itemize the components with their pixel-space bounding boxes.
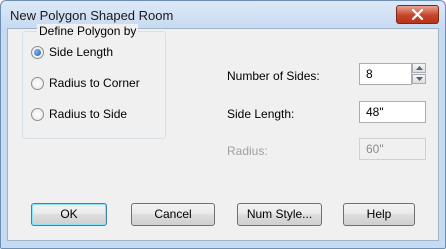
cancel-button[interactable]: Cancel bbox=[131, 203, 215, 226]
radio-side-length[interactable]: Side Length bbox=[31, 45, 113, 59]
number-of-sides-input[interactable]: 8 bbox=[359, 63, 412, 85]
close-button[interactable] bbox=[396, 5, 439, 24]
number-of-sides-spinner[interactable] bbox=[412, 63, 426, 85]
radius-input: 60" bbox=[359, 138, 426, 160]
group-legend: Define Polygon by bbox=[37, 24, 139, 38]
radio-radius-to-corner[interactable]: Radius to Corner bbox=[31, 76, 140, 90]
arrow-down-icon bbox=[416, 77, 423, 81]
close-icon bbox=[411, 9, 424, 20]
radio-button[interactable] bbox=[31, 76, 44, 90]
side-length-label: Side Length: bbox=[227, 107, 295, 121]
radio-label: Radius to Corner bbox=[49, 76, 140, 90]
define-polygon-group: Define Polygon by Side Length Radius to … bbox=[22, 24, 166, 139]
arrow-up-icon bbox=[416, 66, 423, 70]
spin-down-button[interactable] bbox=[412, 74, 426, 84]
radio-radius-to-side[interactable]: Radius to Side bbox=[31, 107, 127, 121]
number-of-sides-label: Number of Sides: bbox=[227, 69, 320, 83]
side-length-input[interactable]: 48" bbox=[359, 101, 426, 123]
radio-label: Radius to Side bbox=[49, 107, 128, 121]
radio-button[interactable] bbox=[31, 107, 44, 121]
num-style-button[interactable]: Num Style... bbox=[237, 203, 322, 226]
help-button[interactable]: Help bbox=[343, 203, 415, 226]
ok-button[interactable]: OK bbox=[31, 203, 107, 226]
radio-label: Side Length bbox=[49, 45, 114, 59]
radio-button-checked[interactable] bbox=[31, 45, 44, 59]
radius-label: Radius: bbox=[227, 144, 268, 158]
spin-up-button[interactable] bbox=[412, 63, 426, 73]
dialog-title: New Polygon Shaped Room bbox=[10, 8, 174, 23]
